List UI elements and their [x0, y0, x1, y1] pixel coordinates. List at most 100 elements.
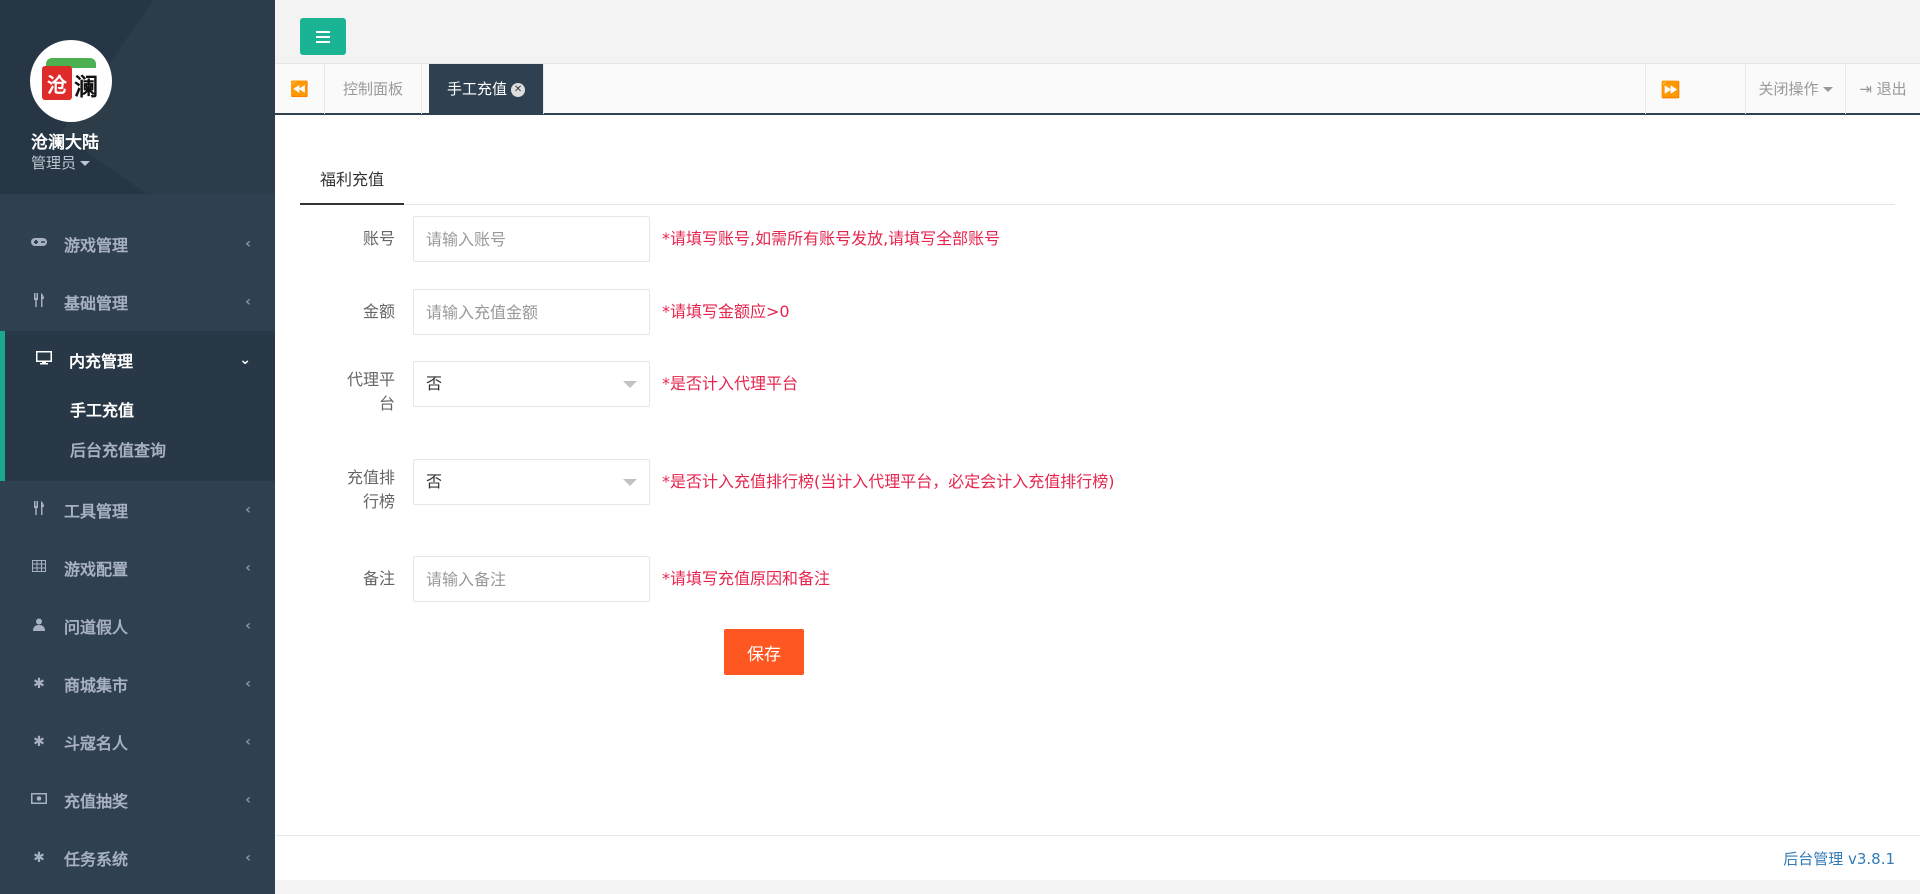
game-logo: 沧 澜 [42, 58, 100, 104]
tabs-scroll-left-button[interactable]: ⏪ [275, 64, 325, 114]
chevron-left-icon: ‹ [245, 236, 251, 252]
chevron-left-icon: ‹ [245, 560, 251, 576]
chevron-down-icon: ⌄ [239, 352, 251, 368]
top-bar [275, 0, 1920, 63]
close-operations-dropdown[interactable]: 关闭操作 [1745, 64, 1845, 114]
chevron-left-icon: ‹ [245, 502, 251, 518]
label-line: 行榜 [362, 492, 395, 511]
remark-hint: *请填写充值原因和备注 [662, 569, 831, 588]
gamepad-icon [30, 236, 48, 252]
chevron-left-icon: ‹ [245, 618, 251, 634]
sidebar-menu: 游戏管理 ‹ 基础管理 ‹ 内充管理 ⌄ 手工充值 后台充值查询 工具管理 ‹ … [0, 215, 275, 887]
sidebar-item-label: 问道假人 [64, 618, 129, 637]
account-input[interactable] [413, 216, 650, 262]
select-value: 否 [426, 472, 443, 491]
recharge-rank-select[interactable]: 否 [413, 459, 650, 505]
asterisk-icon: ✱ [33, 734, 45, 750]
sidebar-item-basic-manage[interactable]: 基础管理 ‹ [0, 273, 275, 331]
agent-platform-label: 代理平台 [300, 368, 395, 416]
sidebar-item-recharge-lottery[interactable]: 充值抽奖 ‹ [0, 771, 275, 829]
avatar[interactable]: 沧 澜 [30, 40, 112, 122]
main-content: 福利充值 账号 *请填写账号,如需所有账号发放,请填写全部账号 金额 *请填写金… [275, 115, 1920, 835]
agent-platform-hint: *是否计入代理平台 [662, 374, 799, 393]
logo-char-1: 沧 [42, 66, 72, 100]
close-operations-label: 关闭操作 [1758, 80, 1819, 98]
submenu-recharge: 手工充值 后台充值查询 [0, 389, 275, 481]
backward-icon: ⏪ [290, 80, 309, 98]
sign-out-icon: ⇥ [1859, 80, 1872, 98]
sidebar-item-recharge-manage[interactable]: 内充管理 ⌄ [0, 331, 275, 389]
user-role-label: 管理员 [31, 154, 77, 172]
amount-label: 金额 [362, 302, 395, 321]
chevron-left-icon: ‹ [245, 850, 251, 866]
asterisk-icon: ✱ [33, 676, 45, 692]
chevron-left-icon: ‹ [245, 294, 251, 310]
agent-platform-select[interactable]: 否 [413, 361, 650, 407]
sidebar: 沧 澜 沧澜大陆 管理员 游戏管理 ‹ 基础管理 ‹ 内充管理 ⌄ 手工充值 后… [0, 0, 275, 894]
tabs-scroll-right-button[interactable]: ⏩ [1645, 64, 1695, 114]
sidebar-item-celebrities[interactable]: ✱ 斗寇名人 ‹ [0, 713, 275, 771]
sidebar-item-label: 工具管理 [64, 502, 129, 521]
label-line: 台 [378, 394, 395, 413]
sidebar-item-tool-manage[interactable]: 工具管理 ‹ [0, 481, 275, 539]
desktop-icon [35, 351, 53, 369]
sidebar-item-label: 游戏配置 [64, 560, 129, 579]
sidebar-item-label: 任务系统 [64, 850, 129, 869]
remark-input[interactable] [413, 556, 650, 602]
bars-icon [316, 35, 330, 38]
profile-panel: 沧 澜 沧澜大陆 管理员 [0, 0, 275, 194]
tab-label: 控制面板 [343, 80, 404, 98]
logout-label: 退出 [1876, 80, 1907, 98]
user-icon [30, 618, 48, 635]
label-line: 充值排 [346, 468, 395, 487]
sidebar-item-mall[interactable]: ✱ 商城集市 ‹ [0, 655, 275, 713]
tab-label: 手工充值 [447, 80, 508, 98]
amount-hint: *请填写金额应>0 [662, 302, 790, 321]
bars-icon [316, 40, 330, 43]
version-label: 后台管理 v3.8.1 [1783, 850, 1895, 868]
recharge-rank-hint: *是否计入充值排行榜(当计入代理平台，必定会计入充值排行榜) [662, 472, 1115, 491]
account-hint: *请填写账号,如需所有账号发放,请填写全部账号 [662, 229, 1001, 248]
forward-icon: ⏩ [1660, 79, 1681, 99]
menu-toggle-button[interactable] [300, 18, 346, 55]
account-label: 账号 [362, 229, 395, 248]
sidebar-item-label: 游戏管理 [64, 236, 129, 255]
bottom-strip [275, 880, 1920, 894]
tab-welfare-recharge[interactable]: 福利充值 [300, 165, 405, 205]
caret-down-icon [1822, 87, 1833, 92]
money-icon [30, 792, 48, 808]
bars-icon [316, 30, 330, 33]
caret-down-icon [80, 161, 91, 166]
sidebar-item-task-system[interactable]: ✱ 任务系统 ‹ [0, 829, 275, 887]
form-tab-bar: 福利充值 [300, 165, 1895, 205]
cutlery-icon [30, 293, 48, 311]
submenu-item-manual-recharge[interactable]: 手工充值 [5, 391, 275, 431]
close-icon[interactable]: ✕ [511, 82, 526, 97]
triangle-down-icon [623, 479, 637, 486]
recharge-rank-label: 充值排行榜 [300, 466, 395, 514]
logout-button[interactable]: ⇥ 退出 [1845, 64, 1920, 114]
user-role-dropdown[interactable]: 管理员 [31, 152, 91, 173]
sidebar-item-label: 充值抽奖 [64, 792, 129, 811]
sidebar-item-label: 内充管理 [69, 352, 134, 371]
tab-manual-recharge[interactable]: 手工充值 ✕ [429, 64, 545, 114]
save-button[interactable]: 保存 [724, 629, 804, 675]
sidebar-item-fake-players[interactable]: 问道假人 ‹ [0, 597, 275, 655]
chevron-left-icon: ‹ [245, 734, 251, 750]
chevron-left-icon: ‹ [245, 676, 251, 692]
logo-char-2: 澜 [74, 72, 98, 101]
sidebar-item-label: 商城集市 [64, 676, 129, 695]
tab-dashboard[interactable]: 控制面板 [325, 64, 423, 114]
remark-label: 备注 [362, 569, 395, 588]
app-name: 沧澜大陆 [31, 133, 99, 153]
asterisk-icon: ✱ [33, 850, 45, 866]
select-value: 否 [426, 374, 443, 393]
sidebar-item-label: 斗寇名人 [64, 734, 129, 753]
submenu-item-recharge-query[interactable]: 后台充值查询 [5, 431, 275, 471]
sidebar-item-game-config[interactable]: 游戏配置 ‹ [0, 539, 275, 597]
chevron-left-icon: ‹ [245, 792, 251, 808]
sidebar-item-game-manage[interactable]: 游戏管理 ‹ [0, 215, 275, 273]
amount-input[interactable] [413, 289, 650, 335]
triangle-down-icon [623, 381, 637, 388]
label-line: 代理平 [346, 370, 395, 389]
